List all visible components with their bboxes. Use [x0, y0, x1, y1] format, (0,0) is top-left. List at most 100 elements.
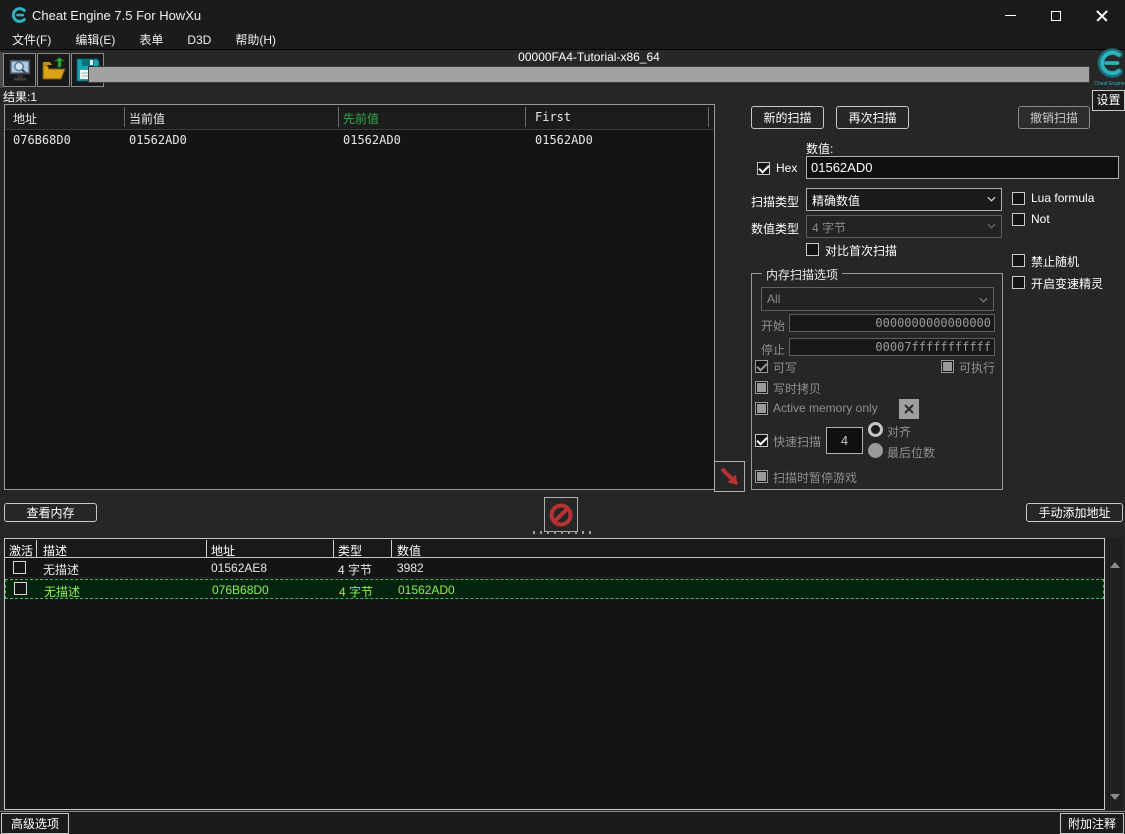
app-logo-icon	[11, 7, 26, 23]
value-type-value: 4 字节	[812, 221, 847, 235]
disable-random-label[interactable]: 禁止随机	[1031, 253, 1079, 270]
add-selection-to-table-button[interactable]	[714, 461, 745, 492]
last-digits-radio[interactable]	[868, 443, 883, 458]
new-scan-button[interactable]: 新的扫描	[751, 106, 824, 129]
cheat-engine-logo[interactable]: Cheat Engine	[1094, 45, 1125, 90]
column-divider	[391, 540, 392, 557]
lua-formula-checkbox[interactable]	[1012, 192, 1025, 205]
result-address: 076B68D0	[13, 133, 71, 147]
active-checkbox[interactable]	[14, 582, 27, 595]
close-button[interactable]	[1079, 0, 1125, 31]
x-icon	[904, 404, 914, 414]
menu-help[interactable]: 帮助(H)	[223, 31, 288, 50]
disable-random-checkbox[interactable]	[1012, 254, 1025, 267]
address-row[interactable]: 无描述 01562AE8 4 字节 3982	[5, 558, 1104, 578]
fast-scan-checkbox[interactable]	[755, 434, 768, 447]
address-list-header: 激活 描述 地址 类型 数值	[5, 539, 1104, 558]
results-col-current[interactable]: 当前值	[129, 110, 165, 127]
no-scan-indicator-button[interactable]	[544, 497, 578, 532]
address-row-selected[interactable]: 无描述 076B68D0 4 字节 01562AD0	[5, 579, 1104, 599]
attached-process-label: 00000FA4-Tutorial-x86_64	[518, 50, 660, 64]
speedhack-label[interactable]: 开启变速精灵	[1031, 275, 1103, 292]
menu-d3d[interactable]: D3D	[175, 31, 223, 50]
speedhack-checkbox[interactable]	[1012, 276, 1025, 289]
row-description: 无描述	[44, 585, 81, 599]
scan-type-select[interactable]: 精确数值	[806, 188, 1002, 211]
address-list-scrollbar[interactable]	[1106, 538, 1123, 810]
value-type-label: 数值类型	[751, 222, 800, 236]
settings-button[interactable]: 设置	[1092, 90, 1125, 111]
compare-first-scan-checkbox[interactable]	[806, 243, 819, 256]
column-divider	[333, 540, 334, 557]
not-checkbox[interactable]	[1012, 213, 1025, 226]
align-label[interactable]: 对齐	[887, 423, 911, 440]
next-scan-button[interactable]: 再次扫描	[836, 106, 909, 129]
active-memory-only-label[interactable]: Active memory only	[773, 401, 878, 415]
window-title: Cheat Engine 7.5 For HowXu	[32, 8, 202, 23]
copy-on-write-checkbox[interactable]	[755, 381, 768, 394]
title-bar: Cheat Engine 7.5 For HowXu	[0, 0, 1125, 31]
memory-scan-options-title: 内存扫描选项	[762, 266, 843, 283]
pause-game-checkbox[interactable]	[755, 470, 768, 483]
value-type-select: 4 字节	[806, 215, 1002, 238]
results-col-first[interactable]: First	[535, 110, 571, 124]
stop-address-input: 00007fffffffffff	[789, 338, 995, 356]
not-label[interactable]: Not	[1031, 212, 1050, 226]
open-table-button[interactable]	[37, 53, 70, 87]
results-col-address[interactable]: 地址	[13, 110, 37, 127]
writable-checkbox[interactable]	[755, 360, 768, 373]
maximize-icon	[1051, 10, 1061, 21]
copy-on-write-label[interactable]: 写时拷贝	[773, 380, 821, 397]
scroll-up-icon[interactable]	[1110, 562, 1120, 568]
scroll-down-icon[interactable]	[1110, 794, 1120, 800]
row-description: 无描述	[43, 563, 80, 577]
hex-checkbox[interactable]	[757, 162, 770, 175]
scan-type-value: 精确数值	[812, 194, 861, 208]
undo-scan-button[interactable]: 撤销扫描	[1018, 106, 1090, 129]
col-value[interactable]: 数值	[397, 542, 421, 559]
menu-file[interactable]: 文件(F)	[0, 31, 63, 50]
splitter-handle[interactable]	[533, 531, 591, 534]
cheat-engine-logo-icon	[1097, 48, 1123, 78]
maximize-button[interactable]	[1033, 0, 1079, 31]
column-divider	[708, 107, 709, 127]
clear-active-memory-button[interactable]	[899, 399, 919, 419]
result-row[interactable]: 076B68D0 01562AD0 01562AD0 01562AD0	[5, 130, 714, 150]
results-header: 地址 当前值 先前值 First	[5, 105, 714, 130]
col-type[interactable]: 类型	[338, 542, 362, 559]
fast-scan-label[interactable]: 快速扫描	[773, 433, 821, 450]
start-address-input: 0000000000000000	[789, 314, 995, 332]
col-address[interactable]: 地址	[211, 542, 235, 559]
close-icon	[1096, 10, 1108, 22]
open-folder-icon	[42, 57, 66, 80]
address-list-table[interactable]: 激活 描述 地址 类型 数值 无描述 01562AE8 4 字节 3982 无描…	[4, 538, 1105, 810]
menu-table[interactable]: 表单	[127, 31, 175, 50]
scan-value-input[interactable]	[806, 156, 1119, 179]
add-address-manually-button[interactable]: 手动添加地址	[1026, 503, 1123, 522]
advanced-options-button[interactable]: 高级选项	[1, 813, 69, 834]
compare-first-scan-label[interactable]: 对比首次扫描	[825, 242, 897, 259]
results-count: 结果:1	[3, 90, 38, 104]
fast-scan-alignment-input[interactable]	[826, 427, 863, 454]
results-col-previous[interactable]: 先前值	[343, 110, 379, 127]
minimize-button[interactable]	[987, 0, 1033, 31]
last-digits-label[interactable]: 最后位数	[887, 444, 935, 461]
column-divider	[525, 107, 526, 127]
executable-checkbox[interactable]	[941, 360, 954, 373]
hex-label[interactable]: Hex	[776, 161, 797, 175]
align-radio[interactable]	[868, 422, 883, 437]
attach-comments-button[interactable]: 附加注释	[1060, 813, 1124, 834]
lua-formula-label[interactable]: Lua formula	[1031, 191, 1094, 205]
writable-label[interactable]: 可写	[773, 359, 797, 376]
scan-results-list[interactable]: 地址 当前值 先前值 First 076B68D0 01562AD0 01562…	[4, 104, 715, 490]
col-active[interactable]: 激活	[9, 542, 33, 559]
stop-label: 停止	[761, 343, 786, 357]
active-memory-only-checkbox[interactable]	[755, 402, 768, 415]
menu-edit[interactable]: 编辑(E)	[63, 31, 127, 50]
col-description[interactable]: 描述	[43, 542, 67, 559]
select-process-button[interactable]	[3, 53, 36, 87]
view-memory-button[interactable]: 查看内存	[4, 503, 97, 522]
pause-game-label[interactable]: 扫描时暂停游戏	[773, 469, 857, 486]
active-checkbox[interactable]	[13, 561, 26, 574]
executable-label[interactable]: 可执行	[959, 359, 995, 376]
